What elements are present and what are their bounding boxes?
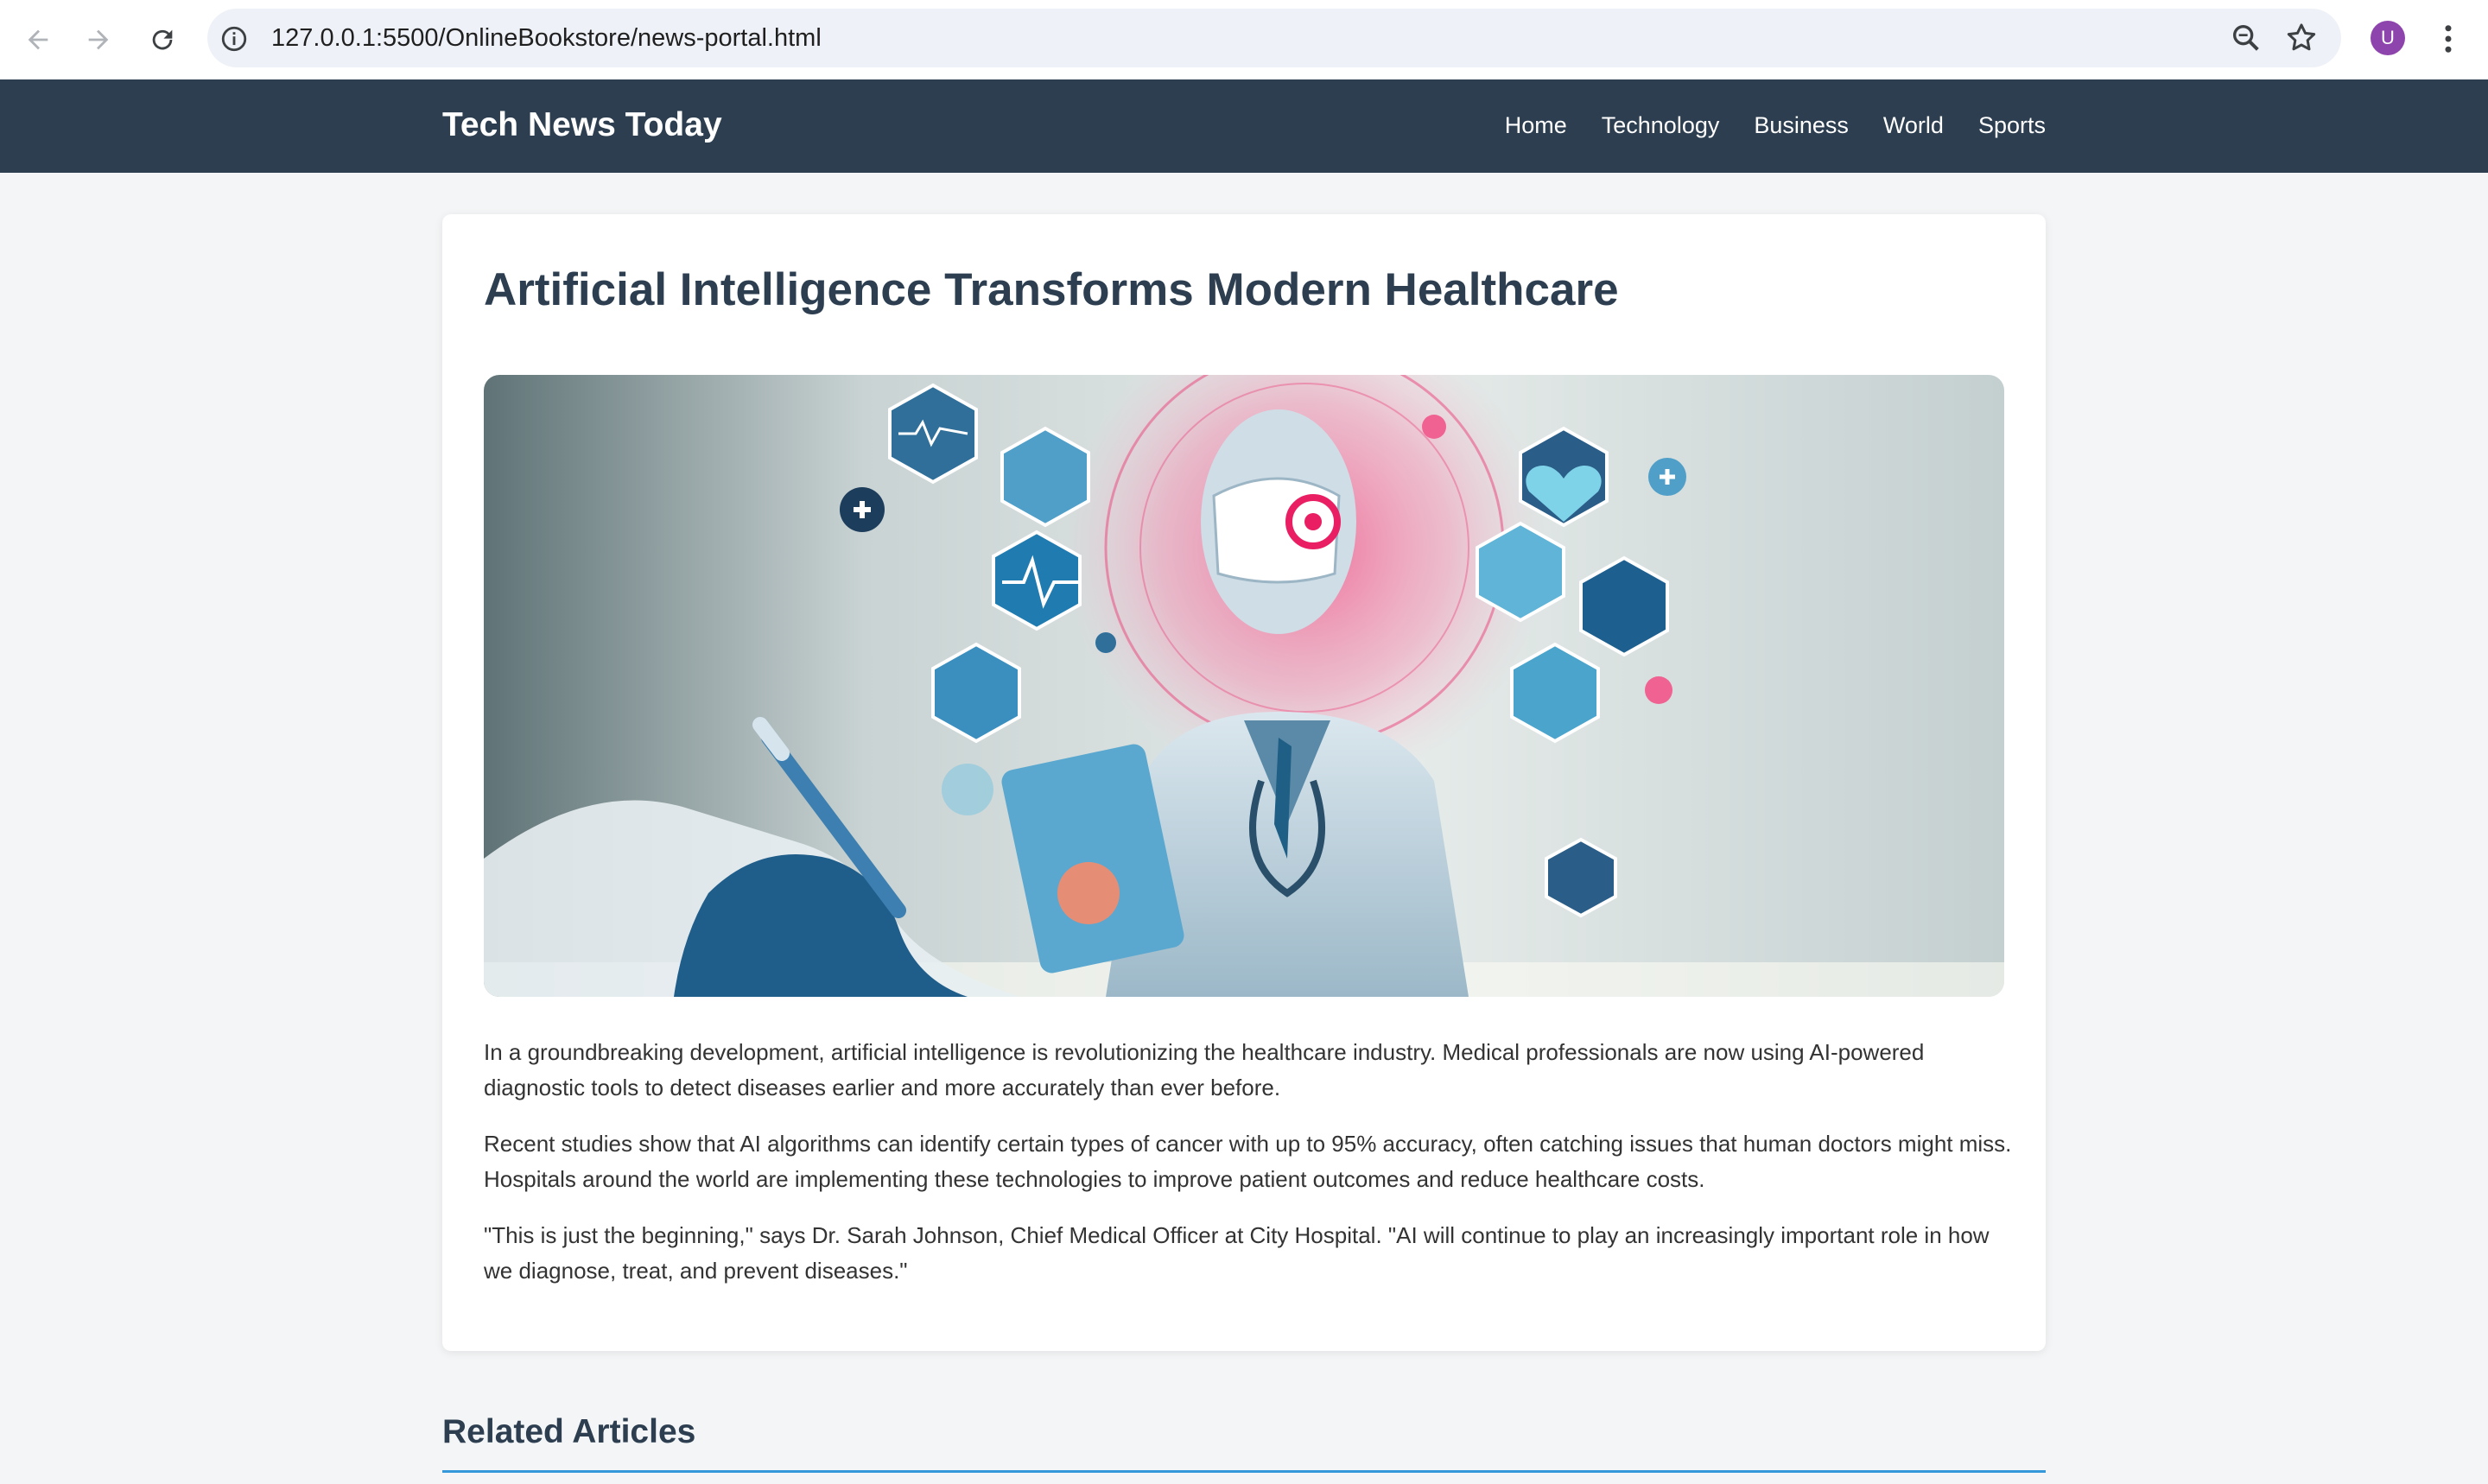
- reload-icon[interactable]: [142, 19, 183, 60]
- site-header: Tech News Today Home Technology Business…: [0, 79, 2488, 173]
- article-card: Artificial Intelligence Transforms Moder…: [442, 214, 2046, 1351]
- back-arrow-icon[interactable]: [17, 19, 59, 60]
- main-nav: Home Technology Business World Sports: [1505, 111, 2046, 140]
- related-articles-divider: [442, 1470, 2046, 1473]
- nav-technology[interactable]: Technology: [1602, 111, 1720, 140]
- kebab-menu-icon[interactable]: [2434, 21, 2462, 57]
- article-paragraph: "This is just the beginning," says Dr. S…: [484, 1222, 1990, 1284]
- nav-world[interactable]: World: [1883, 111, 1944, 140]
- nav-sports[interactable]: Sports: [1978, 111, 2046, 140]
- article-hero-image: [484, 375, 2004, 997]
- bookmark-star-icon[interactable]: [2284, 21, 2319, 55]
- forward-arrow-icon[interactable]: [78, 19, 119, 60]
- site-logo[interactable]: Tech News Today: [442, 105, 722, 145]
- site-info-icon[interactable]: [219, 24, 249, 54]
- nav-home[interactable]: Home: [1505, 111, 1567, 140]
- profile-avatar[interactable]: U: [2371, 21, 2405, 55]
- article-title: Artificial Intelligence Transforms Moder…: [484, 264, 1619, 315]
- url-text[interactable]: 127.0.0.1:5500/OnlineBookstore/news-port…: [271, 22, 822, 54]
- article-paragraph: In a groundbreaking development, artific…: [484, 1039, 1925, 1100]
- related-articles-heading: Related Articles: [442, 1413, 696, 1450]
- zoom-icon[interactable]: [2229, 21, 2263, 55]
- article-paragraph: Recent studies show that AI algorithms c…: [484, 1131, 2012, 1192]
- nav-business[interactable]: Business: [1754, 111, 1849, 140]
- browser-toolbar: 127.0.0.1:5500/OnlineBookstore/news-port…: [0, 0, 2488, 79]
